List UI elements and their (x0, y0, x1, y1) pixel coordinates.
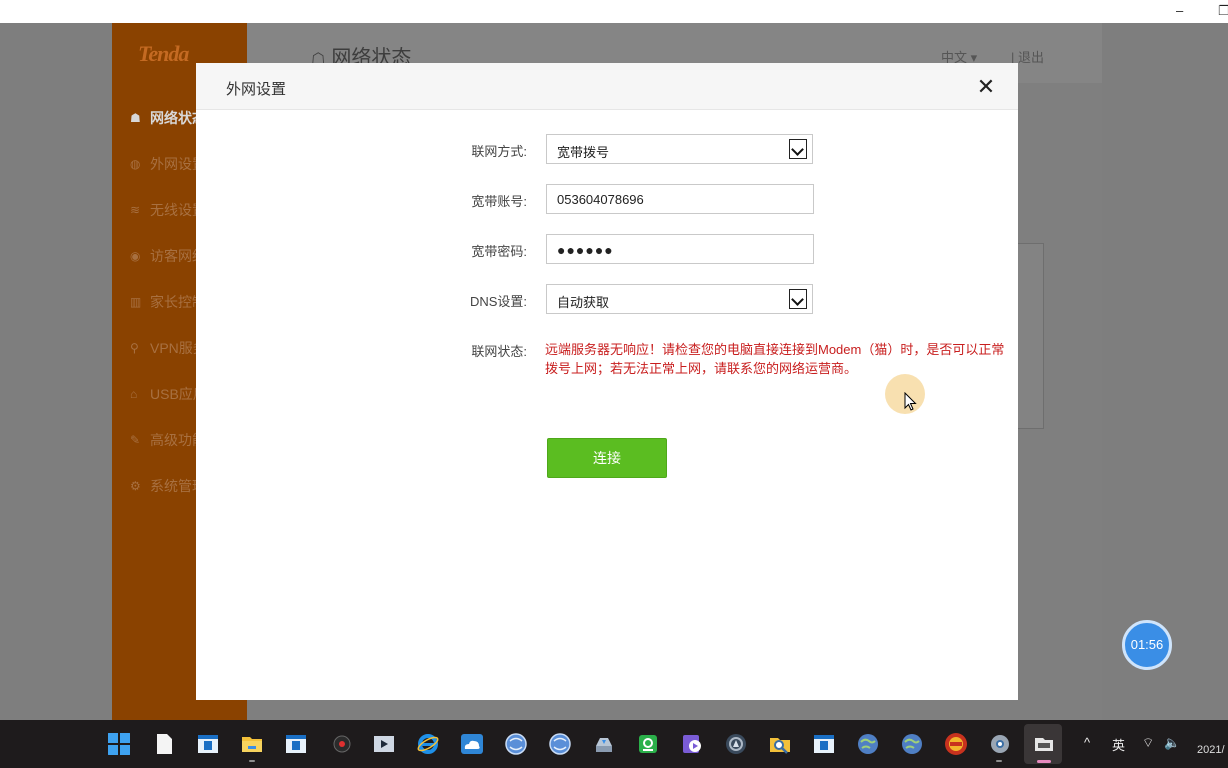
windows-start-icon[interactable] (107, 732, 131, 756)
dns-select[interactable]: 自动获取 (546, 284, 813, 314)
recording-timer[interactable]: 01:56 (1122, 620, 1172, 670)
badge-app-icon[interactable] (944, 732, 968, 756)
account-label: 宽带账号: (471, 194, 527, 209)
dialog-title: 外网设置 (226, 81, 287, 98)
browser-globe-icon[interactable] (548, 732, 572, 756)
connection-status-message: 远端服务器无响应！请检查您的电脑直接连接到Modem（猫）时，是否可以正常拨号上… (545, 342, 1005, 376)
tools-icon: ✎ (130, 433, 141, 447)
router-tool-icon[interactable] (1032, 732, 1056, 756)
clock-date[interactable]: 2021/ (1197, 744, 1225, 756)
running-indicator (249, 760, 255, 762)
window-app-icon[interactable] (812, 732, 836, 756)
connection-mode-row: 联网方式: 宽带拨号 (196, 134, 1018, 164)
connection-mode-select[interactable]: 宽带拨号 (546, 134, 813, 164)
account-row: 宽带账号: 053604078696 (196, 184, 1018, 214)
home-icon: ☗ (130, 111, 141, 125)
window-app-icon[interactable] (196, 732, 220, 756)
browser-globe-icon[interactable] (504, 732, 528, 756)
password-input[interactable]: ●●●●●● (546, 234, 814, 264)
restore-button[interactable]: ❐ (1218, 2, 1228, 20)
minimize-button[interactable]: – (1176, 2, 1183, 20)
taskbar: ^ 英 ⌔ 🔈 2021/ (0, 720, 1228, 768)
notepad-icon[interactable] (152, 732, 176, 756)
account-input[interactable]: 053604078696 (546, 184, 814, 214)
dialog-header: 外网设置 ✕ (196, 63, 1018, 110)
wifi-icon: ≋ (130, 203, 141, 217)
record-icon[interactable] (330, 732, 354, 756)
account-value: 053604078696 (557, 192, 644, 207)
ime-indicator[interactable]: 英 (1112, 735, 1125, 754)
browser-globe-icon[interactable] (900, 732, 924, 756)
tenda-logo: Tenda (138, 41, 189, 66)
close-icon[interactable]: ✕ (975, 76, 997, 98)
guest-icon: ◉ (130, 249, 141, 263)
internet-explorer-icon[interactable] (416, 732, 440, 756)
background-panel (1018, 243, 1044, 429)
search-folder-icon[interactable] (768, 732, 792, 756)
volume-icon[interactable]: 🔈 (1164, 735, 1180, 751)
running-indicator (996, 760, 1002, 762)
wan-settings-dialog: 外网设置 ✕ 联网方式: 宽带拨号 宽带账号: 053604078696 宽带密… (196, 63, 1018, 700)
cloud-app-icon[interactable] (460, 732, 484, 756)
file-explorer-icon[interactable] (240, 732, 264, 756)
browser-globe-icon[interactable] (856, 732, 880, 756)
chevron-down-icon[interactable] (789, 139, 807, 159)
media-app-icon[interactable] (680, 732, 704, 756)
connect-button[interactable]: 连接 (547, 438, 667, 478)
password-label: 宽带密码: (471, 244, 527, 259)
globe-icon: ◍ (130, 157, 141, 171)
vpn-icon: ⚲ (130, 341, 139, 355)
password-value: ●●●●●● (557, 242, 614, 258)
status-label: 联网状态: (471, 344, 527, 359)
tray-chevron-icon[interactable]: ^ (1084, 735, 1090, 750)
gear-icon[interactable] (988, 732, 1012, 756)
parental-icon: ▥ (130, 295, 142, 309)
dns-label: DNS设置: (469, 294, 527, 309)
window-app-icon[interactable] (284, 732, 308, 756)
connection-mode-value: 宽带拨号 (557, 145, 610, 160)
settings-circle-icon[interactable] (724, 732, 748, 756)
chevron-down-icon[interactable] (789, 289, 807, 309)
drive-tool-icon[interactable] (592, 732, 616, 756)
active-window-indicator (1037, 760, 1051, 763)
green-app-icon[interactable] (636, 732, 660, 756)
password-row: 宽带密码: ●●●●●● (196, 234, 1018, 264)
connection-mode-label: 联网方式: (471, 144, 527, 159)
dns-value: 自动获取 (557, 295, 610, 310)
usb-icon: ⌂ (130, 387, 138, 401)
window-titlebar: – ❐ (0, 0, 1228, 23)
video-player-icon[interactable] (372, 732, 396, 756)
dns-row: DNS设置: 自动获取 (196, 284, 1018, 314)
wifi-icon[interactable]: ⌔ (1142, 735, 1154, 751)
gear-icon: ⚙ (130, 479, 141, 493)
